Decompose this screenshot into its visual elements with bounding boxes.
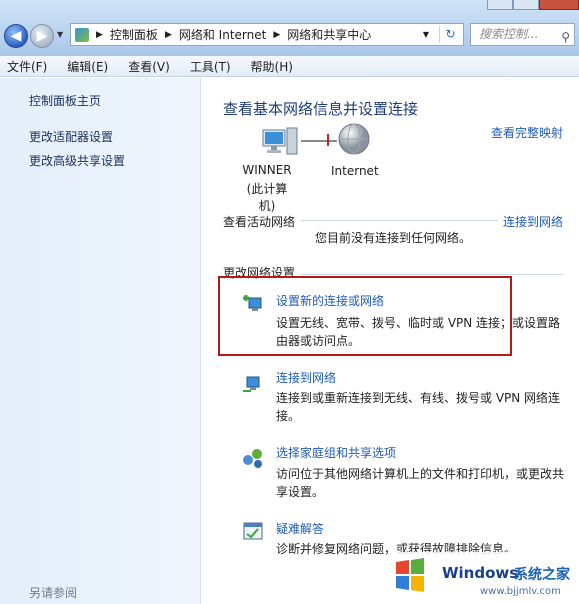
control-panel-icon bbox=[75, 27, 89, 42]
connect-to-network-desc: 连接到或重新连接到无线、有线、拨号或 VPN 网络连接。 bbox=[276, 391, 561, 423]
internet-label: Internet bbox=[331, 164, 379, 178]
connection-line bbox=[301, 140, 337, 142]
see-also-label: 另请参阅 bbox=[29, 586, 78, 600]
computer-name: WINNER bbox=[242, 163, 292, 177]
forward-button[interactable]: ▶ bbox=[30, 24, 54, 48]
caption-buttons bbox=[487, 0, 579, 10]
homegroup-icon bbox=[243, 449, 262, 468]
connect-to-network-task-link[interactable]: 连接到网络 bbox=[276, 369, 336, 386]
breadcrumb-network-sharing-center[interactable]: 网络和共享中心 bbox=[287, 26, 371, 43]
this-computer-label: (此计算机) bbox=[246, 182, 288, 213]
search-placeholder: 搜索控制... bbox=[479, 27, 539, 41]
search-icon[interactable]: ⚲ bbox=[561, 27, 570, 48]
divider bbox=[301, 274, 563, 275]
computer-icon bbox=[262, 127, 298, 155]
breadcrumb-control-panel[interactable]: 控制面板 bbox=[110, 26, 158, 43]
left-pane: 控制面板主页 更改适配器设置 更改高级共享设置 另请参阅 bbox=[0, 78, 201, 604]
close-button[interactable] bbox=[539, 0, 579, 10]
change-advanced-sharing-link[interactable]: 更改高级共享设置 bbox=[29, 152, 125, 169]
active-networks-title: 查看活动网络 bbox=[223, 215, 296, 229]
connect-to-network-link[interactable]: 连接到网络 bbox=[503, 213, 563, 230]
recent-pages-dropdown[interactable]: ▼ bbox=[57, 30, 63, 39]
connect-network-icon bbox=[243, 376, 260, 392]
watermark-brand: Windows bbox=[442, 564, 519, 582]
maximize-button[interactable] bbox=[513, 0, 539, 10]
menu-edit[interactable]: 编辑(E) bbox=[64, 58, 111, 75]
menu-bar: 文件(F) 编辑(E) 查看(V) 工具(T) 帮助(H) bbox=[0, 56, 579, 77]
refresh-icon[interactable]: ↻ bbox=[439, 26, 461, 43]
troubleshoot-icon bbox=[243, 522, 263, 540]
divider bbox=[301, 220, 497, 221]
homegroup-sharing-desc: 访问位于其他网络计算机上的文件和打印机，或更改共享设置。 bbox=[276, 467, 565, 499]
control-panel-home-link[interactable]: 控制面板主页 bbox=[29, 92, 101, 109]
menu-file[interactable]: 文件(F) bbox=[4, 58, 50, 75]
minimize-button[interactable] bbox=[487, 0, 513, 10]
menu-view[interactable]: 查看(V) bbox=[125, 58, 173, 75]
menu-tools[interactable]: 工具(T) bbox=[187, 58, 234, 75]
internet-globe-icon bbox=[338, 123, 370, 155]
windows-logo-icon bbox=[396, 558, 424, 592]
chevron-right-icon[interactable]: ▶ bbox=[96, 30, 103, 40]
title-bar: ◀ ▶ ▼ ▶ 控制面板 ▶ 网络和 Internet ▶ 网络和共享中心 ▼ … bbox=[0, 0, 579, 56]
watermark-url: www.bjjmlv.com bbox=[480, 586, 561, 597]
change-adapter-settings-link[interactable]: 更改适配器设置 bbox=[29, 128, 113, 145]
watermark: Windows 系统之家 www.bjjmlv.com bbox=[388, 552, 579, 604]
highlight-box bbox=[218, 276, 512, 356]
breadcrumb-network-internet[interactable]: 网络和 Internet bbox=[179, 26, 266, 43]
watermark-site-name: 系统之家 bbox=[514, 567, 570, 583]
troubleshoot-link[interactable]: 疑难解答 bbox=[276, 520, 324, 537]
homegroup-sharing-link[interactable]: 选择家庭组和共享选项 bbox=[276, 444, 396, 461]
view-full-map-link[interactable]: 查看完整映射 bbox=[491, 124, 563, 141]
address-bar[interactable]: ▶ 控制面板 ▶ 网络和 Internet ▶ 网络和共享中心 ▼ ↻ bbox=[70, 23, 464, 46]
disconnected-mark bbox=[327, 134, 329, 146]
back-button[interactable]: ◀ bbox=[4, 24, 28, 48]
menu-help[interactable]: 帮助(H) bbox=[248, 58, 296, 75]
chevron-right-icon[interactable]: ▶ bbox=[273, 30, 280, 40]
chevron-right-icon[interactable]: ▶ bbox=[165, 30, 172, 40]
page-title: 查看基本网络信息并设置连接 bbox=[223, 100, 419, 118]
no-connection-text: 您目前没有连接到任何网络。 bbox=[315, 231, 472, 245]
search-input[interactable]: 搜索控制... ⚲ bbox=[470, 23, 575, 46]
chevron-down-icon[interactable]: ▼ bbox=[423, 30, 429, 39]
